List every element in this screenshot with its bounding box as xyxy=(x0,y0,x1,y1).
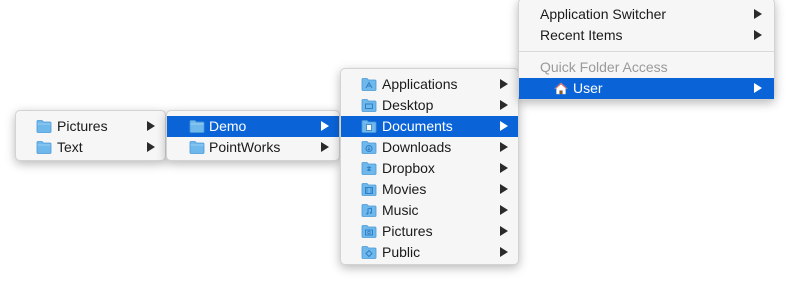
music-folder-icon xyxy=(361,204,377,217)
submenu-level-3: Applications Desktop Documents Downloads… xyxy=(340,68,519,265)
menu-item-label: Demo xyxy=(209,118,247,134)
menu-item-dropbox[interactable]: Dropbox xyxy=(341,158,518,179)
pictures-folder-icon xyxy=(361,225,377,238)
chevron-right-icon xyxy=(500,163,508,173)
menu-item-label: Public xyxy=(382,244,421,260)
menu-item-public[interactable]: Public xyxy=(341,242,518,263)
downloads-folder-icon xyxy=(361,141,377,154)
menu-item-desktop[interactable]: Desktop xyxy=(341,95,518,116)
chevron-right-icon xyxy=(147,142,155,152)
chevron-right-icon xyxy=(500,247,508,257)
menu-item-label: Pictures xyxy=(57,118,108,134)
dropbox-folder-icon xyxy=(361,162,377,175)
chevron-right-icon xyxy=(500,226,508,236)
menu-item-label: Recent Items xyxy=(540,27,623,43)
home-icon xyxy=(554,82,568,95)
menu-item-application-switcher[interactable]: Application Switcher xyxy=(519,4,774,25)
applications-folder-icon xyxy=(361,78,377,91)
menu-item-music[interactable]: Music xyxy=(341,200,518,221)
menu-item-recent-items[interactable]: Recent Items xyxy=(519,25,774,46)
chevron-right-icon xyxy=(321,121,329,131)
menu-item-label: Applications xyxy=(382,76,458,92)
folder-icon xyxy=(189,120,205,133)
menu-item-label: PointWorks xyxy=(209,139,281,155)
menu-item-pictures[interactable]: Pictures xyxy=(16,116,165,137)
menu-item-label: Dropbox xyxy=(382,160,435,176)
menu-item-downloads[interactable]: Downloads xyxy=(341,137,518,158)
menu-item-documents[interactable]: Documents xyxy=(341,116,518,137)
chevron-right-icon xyxy=(321,142,329,152)
movies-folder-icon xyxy=(361,183,377,196)
menu-item-demo[interactable]: Demo xyxy=(167,116,339,137)
chevron-right-icon xyxy=(500,79,508,89)
menu-item-applications[interactable]: Applications xyxy=(341,74,518,95)
submenu-level-2: Demo PointWorks xyxy=(166,110,340,161)
menu-item-label: Text xyxy=(57,139,83,155)
chevron-right-icon xyxy=(500,184,508,194)
menu-item-label: Documents xyxy=(382,118,453,134)
chevron-right-icon xyxy=(500,121,508,131)
documents-folder-icon xyxy=(361,120,377,133)
desktop-folder-icon xyxy=(361,99,377,112)
chevron-right-icon xyxy=(500,205,508,215)
submenu-level-1: Pictures Text xyxy=(15,110,166,161)
menu-item-label: Downloads xyxy=(382,139,452,155)
menu-item-label: User xyxy=(573,80,603,96)
folder-icon xyxy=(36,141,52,154)
menu-item-movies[interactable]: Movies xyxy=(341,179,518,200)
chevron-right-icon xyxy=(500,142,508,152)
public-folder-icon xyxy=(361,246,377,259)
menu-item-pointworks[interactable]: PointWorks xyxy=(167,137,339,158)
chevron-right-icon xyxy=(147,121,155,131)
chevron-right-icon xyxy=(500,100,508,110)
folder-icon xyxy=(36,120,52,133)
menu-item-label: Application Switcher xyxy=(540,6,667,22)
menu-item-label: Pictures xyxy=(382,223,433,239)
root-menu: Application Switcher Recent Items Quick … xyxy=(518,0,775,100)
menu-stage: Pictures Text Demo PointWorks Applicatio… xyxy=(0,0,789,283)
menu-item-user[interactable]: User xyxy=(519,78,774,99)
chevron-right-icon xyxy=(754,30,762,40)
menu-item-pictures[interactable]: Pictures xyxy=(341,221,518,242)
menu-item-label: Movies xyxy=(382,181,427,197)
menu-item-label: Music xyxy=(382,202,419,218)
folder-icon xyxy=(189,141,205,154)
chevron-right-icon xyxy=(754,9,762,19)
menu-item-text[interactable]: Text xyxy=(16,137,165,158)
menu-separator xyxy=(519,51,774,52)
menu-item-label: Desktop xyxy=(382,97,434,113)
chevron-right-icon xyxy=(754,83,762,93)
section-header: Quick Folder Access xyxy=(540,59,668,75)
